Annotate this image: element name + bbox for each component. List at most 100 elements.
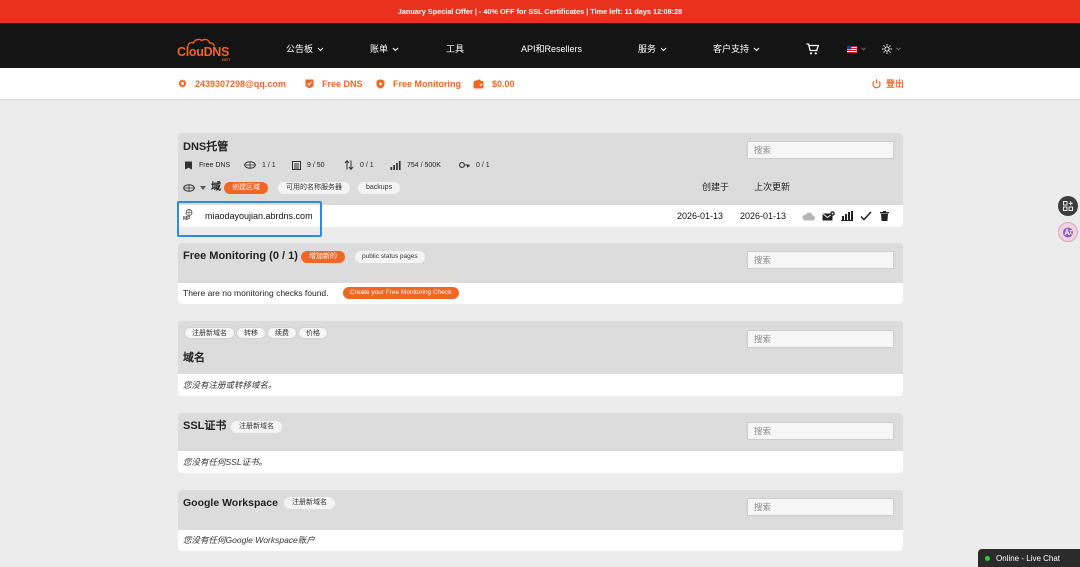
translate-button[interactable] bbox=[1058, 222, 1078, 242]
empty-message: There are no monitoring checks found. bbox=[183, 288, 329, 298]
nav-item-tools[interactable]: 工具 bbox=[446, 43, 464, 55]
panel-title: SSL证书 bbox=[183, 420, 227, 432]
stat-value: 754 / 500K bbox=[407, 161, 441, 169]
cloudns-logo[interactable]: ClouDNS NET bbox=[177, 38, 235, 63]
dns-search-input[interactable] bbox=[747, 141, 894, 159]
stat-plan: Free DNS bbox=[184, 160, 230, 170]
stat-value: 9 / 50 bbox=[307, 161, 325, 169]
chevron-down-icon bbox=[317, 47, 324, 51]
zone-created-date: 2026-01-13 bbox=[677, 211, 724, 221]
balance-link[interactable]: $0.00 bbox=[473, 68, 515, 99]
nav-item-bulletin-board[interactable]: 公告板 bbox=[286, 43, 324, 55]
stats-icon bbox=[841, 211, 853, 221]
tab-register-domain[interactable]: 注册新域名 bbox=[184, 327, 235, 339]
monitoring-list: There are no monitoring checks found. Cr… bbox=[178, 283, 903, 304]
nav-item-services[interactable]: 服务 bbox=[638, 43, 667, 55]
workspace-search-input[interactable] bbox=[747, 498, 894, 516]
account-settings-link[interactable]: 2439307298@qq.com bbox=[178, 68, 286, 99]
nav-item-support[interactable]: 客户支持 bbox=[713, 43, 760, 55]
queries-icon bbox=[390, 160, 401, 170]
stat-queries: 754 / 500K bbox=[390, 160, 441, 170]
nav-item-label: 公告板 bbox=[286, 44, 314, 54]
create-monitoring-check-button[interactable]: Create your Free Monitoring Check bbox=[343, 287, 459, 299]
ssl-search-input[interactable] bbox=[747, 422, 894, 440]
column-header-updated[interactable]: 上次更新 bbox=[754, 181, 790, 193]
selection-highlight bbox=[177, 201, 322, 237]
chevron-down-icon bbox=[753, 47, 760, 51]
available-nameservers-button[interactable]: 可用的名称服务器 bbox=[278, 182, 350, 194]
logout-button[interactable]: 登出 bbox=[872, 68, 904, 99]
check-icon bbox=[860, 211, 872, 221]
trash-icon bbox=[880, 211, 889, 221]
panel-title: Google Workspace bbox=[183, 497, 278, 509]
chevron-down-icon bbox=[861, 47, 866, 51]
chevron-down-icon bbox=[660, 47, 667, 51]
column-header-created[interactable]: 创建于 bbox=[702, 181, 729, 193]
ssl-panel: SSL证书 注册新域名 您没有任何SSL证书。 bbox=[178, 413, 903, 473]
ssl-register-button[interactable]: 注册新域名 bbox=[231, 421, 282, 433]
stat-value: 0 / 1 bbox=[360, 161, 374, 169]
nav-item-label: 服务 bbox=[638, 44, 657, 54]
public-status-pages-button[interactable]: public status pages bbox=[355, 251, 425, 263]
statistics-button[interactable] bbox=[841, 205, 853, 227]
transfer-icon bbox=[344, 160, 354, 170]
nav-item-billing[interactable]: 账单 bbox=[370, 43, 399, 55]
backups-button[interactable]: backups bbox=[358, 182, 401, 194]
theme-selector[interactable] bbox=[882, 42, 901, 56]
translate-icon bbox=[1063, 227, 1073, 237]
plan-icon bbox=[185, 161, 192, 169]
gear-icon bbox=[178, 79, 187, 88]
sun-icon bbox=[882, 44, 892, 54]
domains-search-input[interactable] bbox=[747, 330, 894, 348]
monitoring-link[interactable]: Free Monitoring bbox=[376, 68, 461, 99]
logo-suffix: NET bbox=[222, 57, 231, 62]
nav-item-api-resellers[interactable]: API和Resellers bbox=[521, 43, 582, 55]
account-balance: $0.00 bbox=[492, 78, 515, 89]
cloud-icon bbox=[802, 212, 815, 220]
monitoring-search-input[interactable] bbox=[747, 251, 894, 269]
wallet-icon bbox=[473, 78, 484, 88]
tab-renew[interactable]: 续费 bbox=[267, 327, 297, 339]
promo-banner-text[interactable]: January Special Offer | - 40% OFF for SS… bbox=[398, 7, 682, 16]
caret-down-icon[interactable] bbox=[200, 186, 206, 190]
account-email: 2439307298@qq.com bbox=[195, 78, 286, 89]
stat-keys: 0 / 1 bbox=[459, 160, 490, 170]
plan-label: Free DNS bbox=[322, 78, 363, 89]
delete-zone-button[interactable] bbox=[880, 205, 889, 227]
nav-item-label: 工具 bbox=[446, 44, 465, 54]
create-zone-button[interactable]: 创建区域 bbox=[224, 182, 268, 194]
chevron-down-icon bbox=[896, 47, 901, 51]
apps-button[interactable] bbox=[1058, 196, 1078, 216]
stat-transfers: 0 / 1 bbox=[344, 160, 374, 170]
monitoring-panel: Free Monitoring (0 / 1) 增加新的 public stat… bbox=[178, 243, 903, 304]
promo-banner[interactable]: January Special Offer | - 40% OFF for SS… bbox=[0, 0, 1080, 23]
ssl-list: 您没有任何SSL证书。 bbox=[178, 451, 903, 473]
stat-value: 1 / 1 bbox=[262, 161, 276, 169]
add-monitoring-button[interactable]: 增加新的 bbox=[301, 251, 345, 263]
logout-label: 登出 bbox=[886, 79, 905, 89]
stat-value: 0 / 1 bbox=[476, 161, 490, 169]
validate-button[interactable] bbox=[860, 205, 872, 227]
chevron-down-icon bbox=[392, 47, 399, 51]
monitoring-label: Free Monitoring bbox=[393, 78, 461, 89]
zone-group-icon bbox=[183, 184, 195, 192]
cart-button[interactable] bbox=[806, 42, 819, 56]
panel-title: 域名 bbox=[183, 352, 205, 364]
tab-pricing[interactable]: 价格 bbox=[298, 327, 328, 339]
empty-message: 您没有任何Google Workspace账户 bbox=[183, 535, 315, 545]
records-icon bbox=[292, 160, 301, 170]
live-chat-label: Online - Live Chat bbox=[996, 553, 1061, 563]
live-chat-button[interactable]: Online - Live Chat bbox=[978, 549, 1080, 567]
mail-settings-button[interactable] bbox=[822, 205, 835, 227]
language-selector[interactable] bbox=[847, 42, 866, 56]
plan-link[interactable]: Free DNS bbox=[305, 68, 363, 99]
nav-item-label: API和Resellers bbox=[521, 44, 583, 54]
nav-item-label: 账单 bbox=[370, 44, 389, 54]
stat-zones: 1 / 1 bbox=[244, 160, 276, 170]
workspace-register-button[interactable]: 注册新域名 bbox=[284, 497, 335, 509]
stat-records: 9 / 50 bbox=[292, 160, 325, 170]
cloud-button[interactable] bbox=[802, 205, 815, 227]
tab-transfer[interactable]: 转移 bbox=[236, 327, 266, 339]
workspace-list: 您没有任何Google Workspace账户 bbox=[178, 530, 903, 551]
google-workspace-panel: Google Workspace 注册新域名 您没有任何Google Works… bbox=[178, 490, 903, 551]
